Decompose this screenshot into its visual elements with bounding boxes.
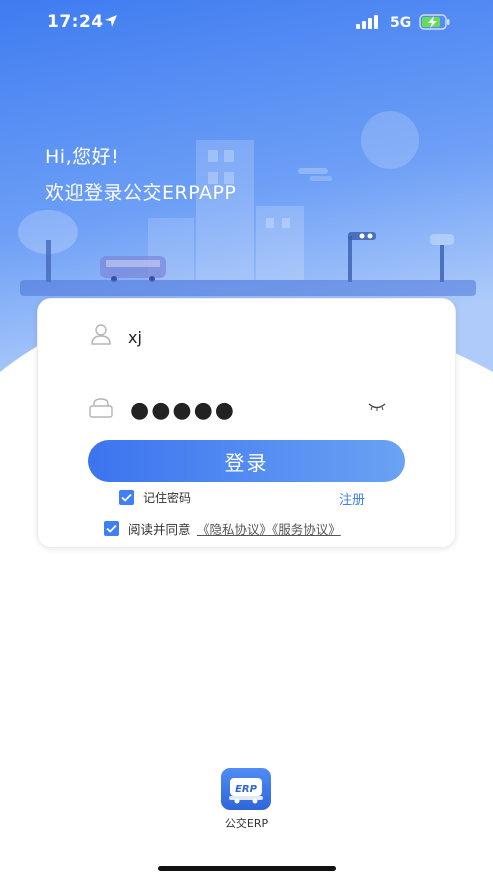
eye-closed-icon[interactable] — [368, 402, 386, 412]
location-arrow-icon — [105, 15, 117, 27]
status-bar: 17:24 5G — [0, 0, 493, 46]
remember-password-label: 记住密码 — [143, 491, 192, 505]
agreement-links[interactable]: 《隐私协议》《服务协议》 — [197, 519, 341, 538]
status-time: 17:24 — [47, 12, 104, 32]
agreement-checkbox[interactable] — [104, 521, 119, 536]
agreement-prefix: 阅读并同意 — [128, 522, 191, 537]
check-icon — [106, 524, 117, 533]
remember-password-checkbox[interactable] — [119, 490, 134, 505]
welcome-text: 欢迎登录公交ERPAPP — [45, 182, 237, 204]
user-icon — [91, 324, 111, 345]
app-logo: ERP — [221, 768, 271, 810]
battery-charging-icon — [419, 14, 450, 30]
logo-text: ERP — [235, 784, 258, 795]
lock-icon — [89, 398, 113, 418]
username-input[interactable]: xj — [128, 328, 142, 347]
greeting-text: Hi,您好! — [45, 146, 120, 168]
bus-logo-icon: ERP — [229, 778, 263, 804]
home-indicator[interactable] — [158, 866, 336, 871]
signal-icon — [356, 15, 378, 29]
network-type: 5G — [390, 15, 412, 31]
login-button[interactable]: 登录 — [88, 440, 405, 482]
app-name: 公交ERP — [224, 817, 269, 830]
check-icon — [121, 493, 132, 502]
register-link[interactable]: 注册 — [339, 489, 365, 508]
password-input[interactable]: ●●●●● — [130, 398, 236, 423]
